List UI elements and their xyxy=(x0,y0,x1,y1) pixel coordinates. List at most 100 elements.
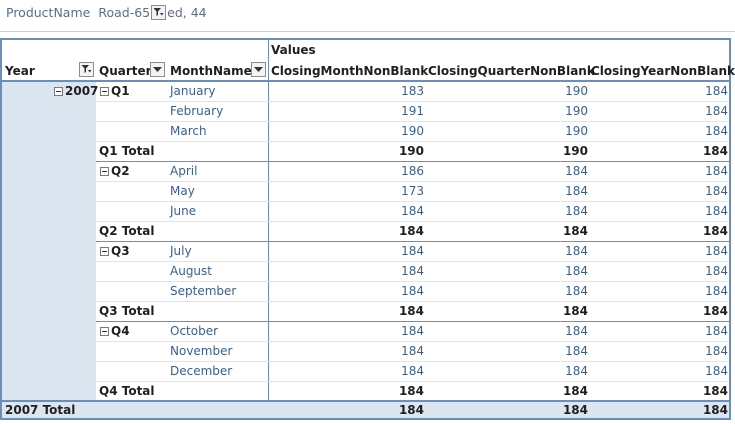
filter-separator xyxy=(0,31,735,32)
month-row: Q2 April 186 184 184 xyxy=(2,162,729,182)
month-name: June xyxy=(170,204,197,218)
total-value-cell: 184 xyxy=(398,304,424,318)
value-cell: 184 xyxy=(705,184,728,198)
filter-dropdown-button[interactable] xyxy=(151,4,167,20)
month-row: Q3 July 184 184 184 xyxy=(2,242,729,262)
value-cell: 184 xyxy=(565,164,588,178)
column-header-closing-quarter: ClosingQuarterNonBlank xyxy=(428,64,595,78)
month-row: Q1 January 183 190 184 xyxy=(2,82,729,102)
total-value-cell: 184 xyxy=(702,144,728,158)
quarter-total-label: Q4 Total xyxy=(99,384,155,398)
values-header: Values xyxy=(271,43,316,57)
value-cell: 184 xyxy=(565,364,588,378)
month-name: July xyxy=(170,244,192,258)
value-cell: 184 xyxy=(401,344,424,358)
total-value-cell: 184 xyxy=(398,224,424,238)
collapse-icon[interactable] xyxy=(100,166,109,176)
value-cell: 184 xyxy=(705,364,728,378)
year-filter-button[interactable] xyxy=(79,62,94,77)
value-cell: 190 xyxy=(401,124,424,138)
quarter-dropdown-button[interactable] xyxy=(150,62,165,77)
value-cell: 173 xyxy=(401,184,424,198)
quarter-label: Q3 xyxy=(100,244,130,258)
monthname-dropdown-button[interactable] xyxy=(251,62,266,77)
quarter-total-row: Q2 Total 184 184 184 xyxy=(2,222,729,242)
quarter-total-label: Q3 Total xyxy=(99,304,155,318)
pivot-header: Values Year Quarter MonthName ClosingMon… xyxy=(2,40,735,82)
total-value-cell: 184 xyxy=(702,384,728,398)
total-value-cell: 190 xyxy=(398,144,424,158)
month-name: August xyxy=(170,264,212,278)
filter-value-part1: Road-65 xyxy=(98,4,151,20)
dropdown-arrow-icon xyxy=(153,66,162,72)
total-value-cell: 184 xyxy=(562,304,588,318)
filter-field-label: ProductName xyxy=(6,4,91,20)
value-cell: 184 xyxy=(401,284,424,298)
value-cell: 184 xyxy=(401,204,424,218)
quarter-label: Q4 xyxy=(100,324,130,338)
month-row: Q4 October 184 184 184 xyxy=(2,322,729,342)
month-name: May xyxy=(170,184,195,198)
value-cell: 190 xyxy=(565,124,588,138)
pivot-table: Values Year Quarter MonthName ClosingMon… xyxy=(0,38,735,420)
quarter-label-text: Q2 xyxy=(111,164,130,178)
dropdown-arrow-icon xyxy=(254,66,263,72)
funnel-icon xyxy=(153,7,164,16)
month-row: June 184 184 184 xyxy=(2,202,729,222)
value-cell: 184 xyxy=(705,244,728,258)
value-cell: 184 xyxy=(705,344,728,358)
value-cell: 184 xyxy=(705,104,728,118)
value-cell: 184 xyxy=(705,164,728,178)
month-row: September 184 184 184 xyxy=(2,282,729,302)
quarter-label-text: Q1 xyxy=(111,84,130,98)
collapse-icon[interactable] xyxy=(100,326,109,336)
filter-value-part2: ed, 44 xyxy=(167,4,207,20)
month-row: February 191 190 184 xyxy=(2,102,729,122)
quarter-label-text: Q4 xyxy=(111,324,130,338)
value-cell: 184 xyxy=(401,264,424,278)
value-cell: 183 xyxy=(401,84,424,98)
total-value-cell: 184 xyxy=(398,384,424,398)
total-value-cell: 184 xyxy=(702,224,728,238)
value-cell: 184 xyxy=(565,264,588,278)
value-cell: 184 xyxy=(565,324,588,338)
month-name: October xyxy=(170,324,219,338)
value-cell: 184 xyxy=(705,324,728,338)
column-header-closing-year: ClosingYearNonBlank xyxy=(591,64,735,78)
month-name: January xyxy=(170,84,216,98)
quarter-total-row: Q4 Total 184 184 184 xyxy=(2,382,729,402)
column-header-closing-month: ClosingMonthNonBlank xyxy=(271,64,429,78)
value-cell: 184 xyxy=(705,264,728,278)
column-header-monthname: MonthName xyxy=(170,64,252,78)
month-name: March xyxy=(170,124,207,138)
quarter-label-text: Q3 xyxy=(111,244,130,258)
quarter-total-row: Q3 Total 184 184 184 xyxy=(2,302,729,322)
month-row: May 173 184 184 xyxy=(2,182,729,202)
funnel-icon xyxy=(81,65,92,73)
month-row: December 184 184 184 xyxy=(2,362,729,382)
value-cell: 184 xyxy=(401,324,424,338)
value-cell: 184 xyxy=(565,184,588,198)
grand-total-value: 184 xyxy=(562,403,588,417)
quarter-label: Q2 xyxy=(100,164,130,178)
total-value-cell: 184 xyxy=(562,384,588,398)
value-cell: 184 xyxy=(565,244,588,258)
month-row: March 190 190 184 xyxy=(2,122,729,142)
grand-total-value: 184 xyxy=(702,403,728,417)
month-name: December xyxy=(170,364,233,378)
quarter-label: Q1 xyxy=(100,84,130,98)
value-cell: 184 xyxy=(705,84,728,98)
value-cell: 190 xyxy=(565,84,588,98)
value-cell: 184 xyxy=(401,244,424,258)
collapse-icon[interactable] xyxy=(100,86,109,96)
quarter-total-row: Q1 Total 190 190 184 xyxy=(2,142,729,162)
grand-total-label: 2007 Total xyxy=(5,403,76,417)
total-value-cell: 190 xyxy=(562,144,588,158)
column-header-quarter: Quarter xyxy=(99,64,152,78)
month-name: November xyxy=(170,344,233,358)
collapse-icon[interactable] xyxy=(100,246,109,256)
value-cell: 186 xyxy=(401,164,424,178)
total-value-cell: 184 xyxy=(702,304,728,318)
quarter-total-label: Q2 Total xyxy=(99,224,155,238)
value-cell: 184 xyxy=(565,344,588,358)
